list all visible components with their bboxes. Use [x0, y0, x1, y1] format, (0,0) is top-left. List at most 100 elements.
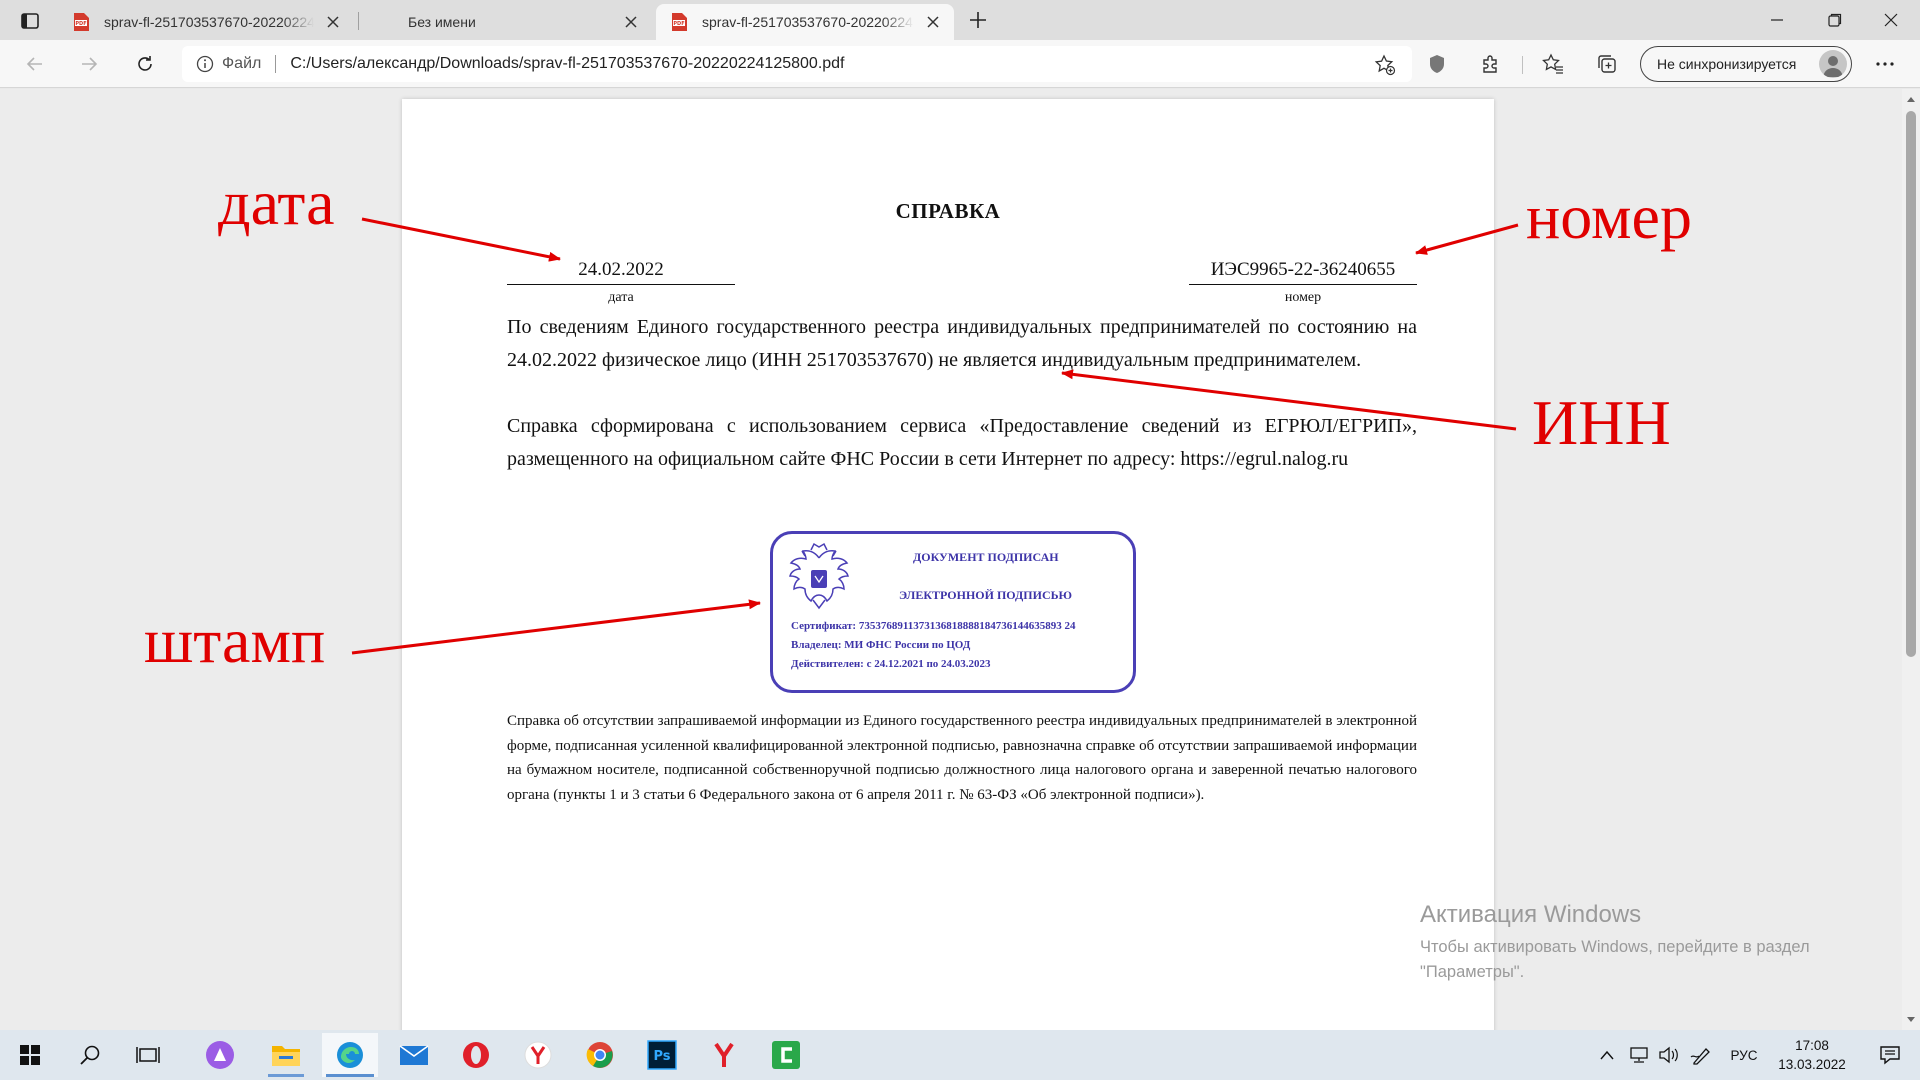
annotation-arrows: [351, 217, 1519, 655]
collections-icon: [1598, 55, 1616, 73]
favorites-button[interactable]: [1536, 48, 1570, 80]
windows-taskbar: Ps РУС 17:08 13.03.2022: [0, 1030, 1920, 1080]
caret-up-icon: [1907, 97, 1915, 102]
taskbar-chrome[interactable]: [572, 1033, 628, 1077]
task-view-icon: [136, 1047, 160, 1063]
tab-untitled[interactable]: Без имени: [362, 4, 652, 40]
clock-time: 17:08: [1795, 1038, 1829, 1053]
tab-actions-button[interactable]: [14, 8, 46, 34]
settings-more-button[interactable]: [1868, 48, 1902, 80]
search-button[interactable]: [62, 1033, 118, 1077]
tab-close-button[interactable]: [322, 11, 344, 33]
edge-icon: [337, 1042, 363, 1068]
photoshop-icon: Ps: [647, 1040, 677, 1070]
favorites-icon: [1542, 53, 1563, 74]
pen-icon: [1690, 1048, 1710, 1065]
pen-workspace-button[interactable]: [1686, 1030, 1716, 1080]
tab-pdf-active[interactable]: PDF sprav-fl-251703537670-20220224125800…: [656, 4, 954, 40]
start-button[interactable]: [2, 1033, 58, 1077]
taskbar-yandex[interactable]: [696, 1033, 752, 1077]
watermark-text-1: Чтобы активировать Windows, перейдите в …: [1420, 938, 1810, 956]
back-button[interactable]: [18, 48, 52, 80]
arrow-right-icon: [82, 57, 98, 71]
caret-down-icon: [1907, 1017, 1915, 1022]
taskbar-clock[interactable]: 17:08 13.03.2022: [1770, 1036, 1854, 1074]
scroll-down-button[interactable]: [1905, 1014, 1917, 1026]
windows-logo-icon: [20, 1045, 40, 1065]
vertical-scrollbar[interactable]: [1902, 89, 1920, 1030]
clock-date: 13.03.2022: [1778, 1057, 1846, 1072]
extensions-button[interactable]: [1474, 48, 1508, 80]
svg-text:PDF: PDF: [673, 21, 684, 27]
notifications-button[interactable]: [1868, 1030, 1912, 1080]
site-info-label[interactable]: Файл: [222, 55, 261, 73]
new-tab-button[interactable]: [962, 6, 994, 34]
puzzle-icon: [1483, 55, 1497, 73]
tracking-prevention-button[interactable]: [1420, 48, 1454, 80]
chevron-up-icon: [1600, 1050, 1614, 1060]
refresh-button[interactable]: [128, 48, 162, 80]
collections-button[interactable]: [1590, 48, 1624, 80]
taskbar-alice[interactable]: [192, 1033, 248, 1077]
taskbar-opera[interactable]: [448, 1033, 504, 1077]
volume-button[interactable]: [1654, 1030, 1684, 1080]
close-window-button[interactable]: [1862, 0, 1920, 40]
star-add-icon: [1374, 54, 1396, 76]
tab-separator: [358, 12, 359, 30]
profile-sync-button[interactable]: Не синхронизируется: [1640, 46, 1852, 82]
address-bar[interactable]: Файл C:/Users/александр/Downloads/sprav-…: [182, 46, 1412, 82]
close-icon: [625, 16, 637, 28]
scrollbar-thumb[interactable]: [1906, 111, 1916, 657]
search-icon: [80, 1045, 100, 1065]
minimize-icon: [1771, 19, 1783, 21]
info-icon[interactable]: [196, 55, 214, 73]
tab-title: sprav-fl-251703537670-20220224125800.pdf: [702, 14, 914, 30]
task-view-button[interactable]: [120, 1033, 176, 1077]
more-dots-icon: [1876, 62, 1894, 66]
restore-button[interactable]: [1806, 0, 1864, 40]
tray-overflow-button[interactable]: [1596, 1030, 1618, 1080]
notification-icon: [1880, 1046, 1900, 1065]
tab-strip: PDF sprav-fl-251703537670-20220224125800…: [0, 0, 1920, 40]
taskbar-yandex-browser[interactable]: [510, 1033, 566, 1077]
arrow-to-number: [1415, 223, 1519, 255]
taskbar-edge[interactable]: [322, 1033, 378, 1077]
browser-toolbar: Файл C:/Users/александр/Downloads/sprav-…: [0, 40, 1920, 88]
language-indicator[interactable]: РУС: [1722, 1030, 1766, 1080]
sync-status-label: Не синхронизируется: [1657, 56, 1797, 72]
watermark-text-2: "Параметры".: [1420, 963, 1525, 981]
minimize-button[interactable]: [1748, 0, 1806, 40]
svg-text:Ps: Ps: [653, 1049, 670, 1064]
tab-pdf-1[interactable]: PDF sprav-fl-251703537670-20220224125800…: [58, 4, 354, 40]
restore-icon: [1828, 13, 1842, 27]
alice-icon: [206, 1041, 234, 1069]
shield-icon: [1430, 55, 1444, 73]
arrow-to-inn: [1061, 369, 1517, 431]
scroll-up-button[interactable]: [1905, 93, 1917, 105]
taskbar-mail[interactable]: [386, 1033, 442, 1077]
arrow-to-stamp: [351, 599, 761, 655]
network-icon: [1630, 1047, 1648, 1063]
add-favorite-button[interactable]: [1372, 52, 1398, 78]
chrome-icon: [586, 1042, 613, 1068]
pdf-viewer[interactable]: СПРАВКА 24.02.2022 дата ИЭС9965-22-36240…: [0, 89, 1920, 1030]
arrow-to-date: [361, 217, 561, 262]
arrow-left-icon: [26, 57, 42, 71]
network-button[interactable]: [1624, 1030, 1654, 1080]
plus-icon: [970, 12, 986, 28]
svg-text:PDF: PDF: [75, 21, 86, 27]
taskbar-photoshop[interactable]: Ps: [634, 1033, 690, 1077]
close-icon: [927, 16, 939, 28]
taskbar-camtasia[interactable]: [758, 1033, 814, 1077]
close-icon: [327, 16, 339, 28]
camtasia-icon: [772, 1041, 800, 1069]
windows-activation-watermark: Активация Windows Чтобы активировать Win…: [1420, 901, 1810, 985]
tab-title: Без имени: [408, 14, 476, 30]
yandex-browser-icon: [524, 1041, 552, 1069]
forward-button[interactable]: [72, 48, 106, 80]
taskbar-file-explorer[interactable]: [258, 1033, 314, 1077]
tab-close-button[interactable]: [922, 11, 944, 33]
tab-close-button[interactable]: [620, 11, 642, 33]
watermark-title: Активация Windows: [1420, 901, 1642, 928]
address-url[interactable]: C:/Users/александр/Downloads/sprav-fl-25…: [290, 55, 844, 73]
